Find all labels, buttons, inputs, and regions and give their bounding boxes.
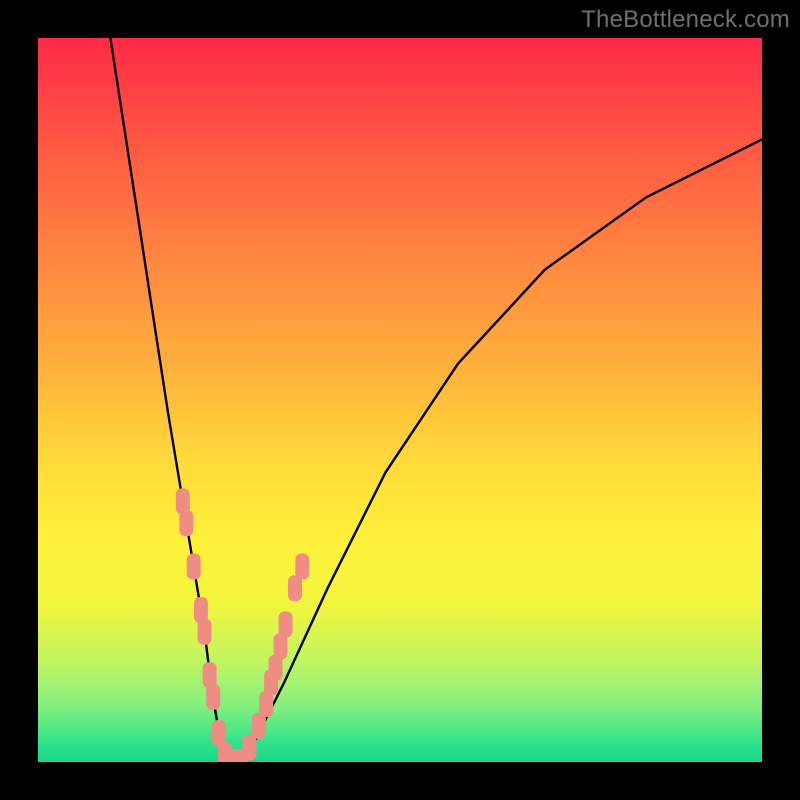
marker-point xyxy=(206,684,220,710)
marker-point xyxy=(179,510,193,536)
chart-frame: TheBottleneck.com xyxy=(0,0,800,800)
marker-point xyxy=(242,735,256,761)
marker-point xyxy=(198,619,212,645)
bottleneck-curve xyxy=(110,38,762,762)
watermark-text: TheBottleneck.com xyxy=(581,6,790,34)
chart-svg xyxy=(38,38,762,762)
marker-point xyxy=(279,611,293,637)
marker-point xyxy=(295,554,309,580)
marker-group xyxy=(176,488,309,762)
plot-area xyxy=(38,38,762,762)
marker-point xyxy=(187,554,201,580)
